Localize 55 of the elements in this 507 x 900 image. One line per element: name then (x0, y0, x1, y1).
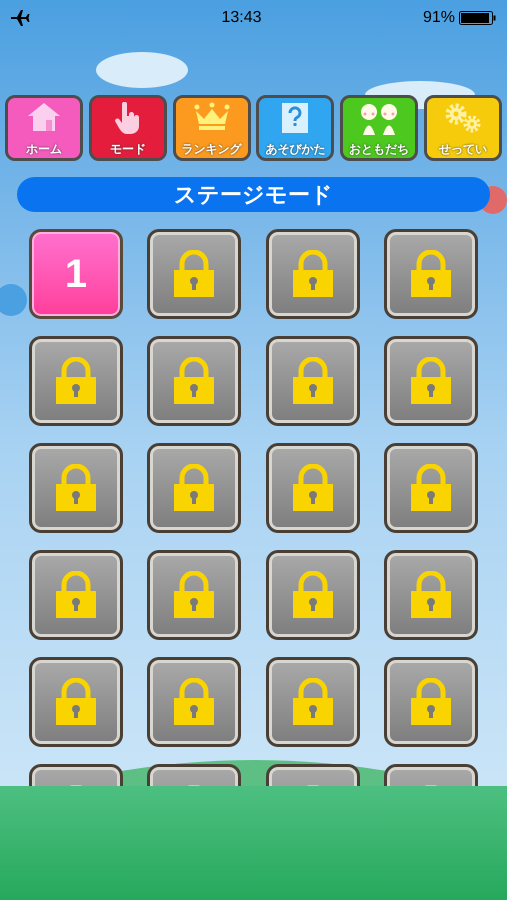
locked-stage-button[interactable] (29, 657, 123, 747)
stage-button[interactable]: 1 (29, 229, 123, 319)
locked-stage-button[interactable] (384, 657, 478, 747)
padlock-icon (55, 357, 97, 405)
locked-stage-button[interactable] (266, 443, 360, 533)
padlock-icon (292, 357, 334, 405)
battery-icon (458, 11, 497, 25)
menu-button[interactable]: モード (88, 95, 167, 161)
locked-stage-button[interactable] (29, 550, 123, 640)
battery-percentage: 91% (422, 8, 455, 28)
title-bar: ステージモード (17, 177, 490, 212)
balloon (0, 284, 27, 316)
locked-stage-button[interactable] (384, 229, 478, 319)
padlock-icon (55, 464, 97, 512)
crown-icon (192, 102, 232, 132)
locked-stage-button[interactable] (266, 229, 360, 319)
question-card-icon (281, 102, 310, 134)
locked-stage-button[interactable] (147, 336, 242, 426)
padlock-icon (410, 678, 452, 726)
locked-stage-button[interactable] (384, 550, 478, 640)
locked-stage-button[interactable] (147, 229, 242, 319)
padlock-icon (55, 571, 97, 619)
padlock-icon (410, 357, 452, 405)
locked-stage-button[interactable] (29, 336, 123, 426)
padlock-icon (410, 464, 452, 512)
padlock-icon (173, 464, 216, 512)
locked-stage-button[interactable] (266, 336, 360, 426)
locked-stage-button[interactable] (384, 443, 478, 533)
padlock-icon (173, 250, 216, 298)
locked-stage-button[interactable] (266, 657, 360, 747)
padlock-icon (410, 250, 452, 298)
padlock-icon (292, 678, 334, 726)
padlock-icon (292, 464, 334, 512)
padlock-icon (292, 571, 334, 619)
padlock-icon (292, 250, 334, 298)
menu-button[interactable]: ランキング (172, 95, 251, 161)
gears-icon (442, 102, 483, 134)
house-icon (27, 102, 61, 132)
padlock-icon (410, 571, 452, 619)
locked-stage-button[interactable] (384, 336, 478, 426)
locked-stage-button[interactable] (266, 550, 360, 640)
menu-button[interactable]: あそびかた (256, 95, 334, 161)
locked-stage-button[interactable] (29, 443, 123, 533)
padlock-icon (173, 357, 216, 405)
airplane-icon (10, 9, 30, 27)
padlock-icon (173, 678, 216, 726)
menu-button[interactable]: せってい (424, 95, 502, 161)
padlock-icon (173, 571, 216, 619)
menu-button[interactable]: ホーム (5, 95, 83, 161)
locked-stage-button[interactable] (147, 443, 242, 533)
padlock-icon (55, 678, 97, 726)
locked-stage-button[interactable] (147, 657, 242, 747)
locked-stage-button[interactable] (147, 550, 242, 640)
clock: 13:43 (221, 8, 262, 28)
menu-button[interactable]: おともだち (340, 95, 418, 161)
